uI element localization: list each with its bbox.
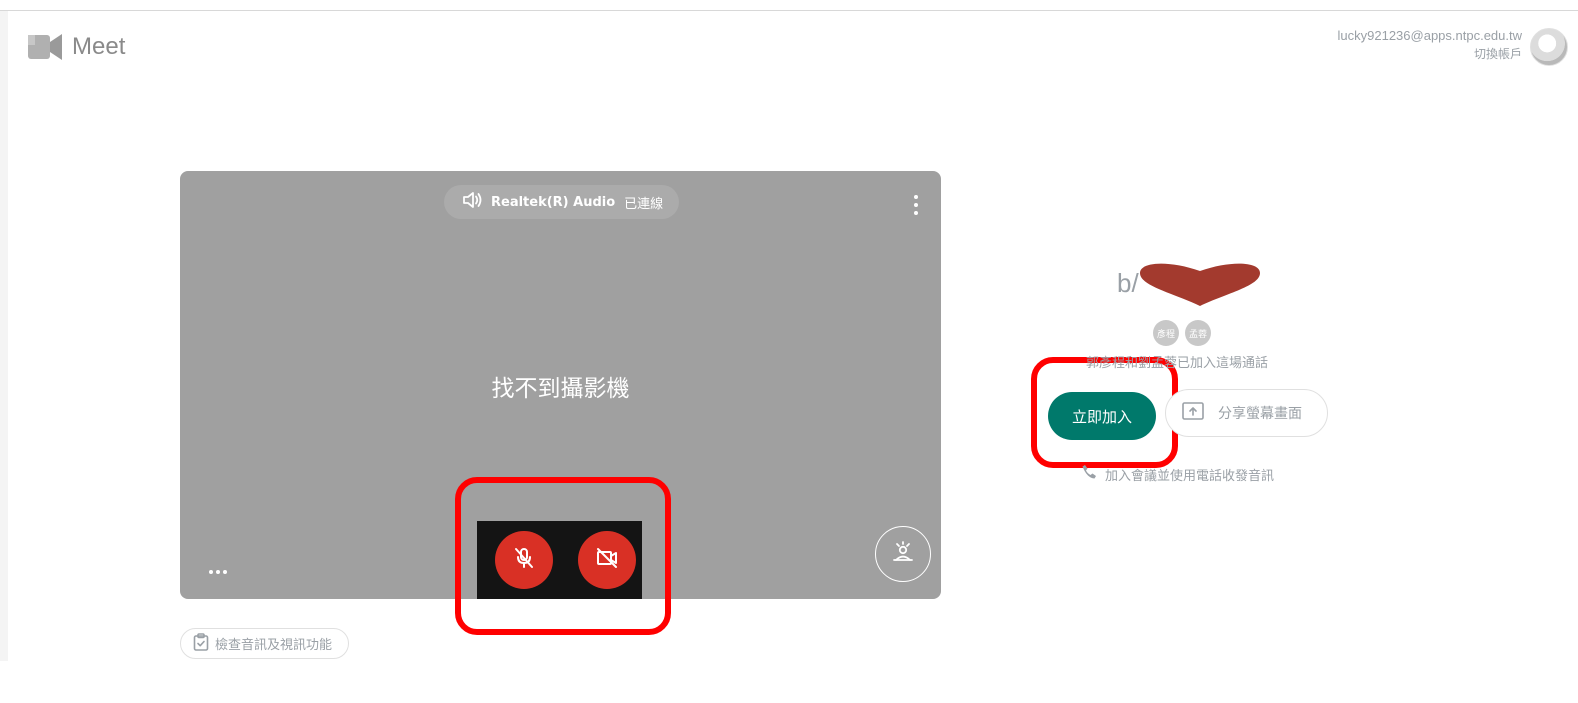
participant-avatars: 彥程 孟蓉 <box>1153 320 1211 346</box>
visual-effects-button[interactable] <box>875 526 931 582</box>
speaker-icon <box>462 192 482 212</box>
share-screen-label: 分享螢幕畫面 <box>1218 406 1302 422</box>
participant-avatar: 孟蓉 <box>1185 320 1211 346</box>
top-divider <box>0 10 1578 11</box>
camera-off-icon <box>595 546 619 574</box>
joined-participants-text: 郭彥程和劉孟蓉已加入這場通話 <box>1086 356 1269 371</box>
join-now-button[interactable]: 立即加入 <box>1048 392 1156 440</box>
join-by-phone-link[interactable]: 加入會議並使用電話收發音訊 <box>1081 464 1274 484</box>
account-email: lucky921236@apps.ntpc.edu.tw <box>1337 28 1522 43</box>
microphone-toggle-button[interactable] <box>495 531 553 589</box>
more-options-icon[interactable] <box>913 195 919 215</box>
meet-camera-icon <box>28 33 62 61</box>
switch-account-link[interactable]: 切換帳戶 <box>1338 45 1522 62</box>
check-audio-video-button[interactable]: 檢查音訊及視訊功能 <box>180 628 350 659</box>
redaction-heart <box>1138 258 1262 312</box>
account-info: lucky921236@apps.ntpc.edu.tw 切換帳戶 <box>1338 28 1522 62</box>
present-screen-icon <box>1182 402 1204 424</box>
participant-avatar: 彥程 <box>1153 320 1179 346</box>
audio-device-name: Realtek(R) Audio <box>491 194 616 210</box>
video-preview: Realtek(R) Audio 已連線 找不到攝影機 <box>180 171 941 599</box>
join-by-phone-label: 加入會議並使用電話收發音訊 <box>1105 468 1275 484</box>
left-edge-strip <box>0 11 8 661</box>
audio-status: 已連線 <box>624 196 664 212</box>
share-screen-button[interactable]: 分享螢幕畫面 <box>1165 389 1328 437</box>
meet-logo[interactable]: Meet <box>28 33 125 61</box>
ellipsis-icon[interactable] <box>209 570 227 574</box>
avatar[interactable] <box>1530 28 1568 66</box>
no-camera-message: 找不到攝影機 <box>491 376 630 402</box>
app-name: Meet <box>72 33 126 60</box>
meeting-title: b/ <box>1117 268 1139 298</box>
visual-effects-icon <box>891 540 915 568</box>
mic-off-icon <box>512 546 536 574</box>
audio-device-pill[interactable]: Realtek(R) Audio 已連線 <box>444 185 680 219</box>
phone-icon <box>1081 464 1097 484</box>
clipboard-check-icon <box>193 632 209 655</box>
check-audio-video-label: 檢查音訊及視訊功能 <box>215 638 333 653</box>
camera-toggle-button[interactable] <box>578 531 636 589</box>
media-controls <box>477 521 642 599</box>
